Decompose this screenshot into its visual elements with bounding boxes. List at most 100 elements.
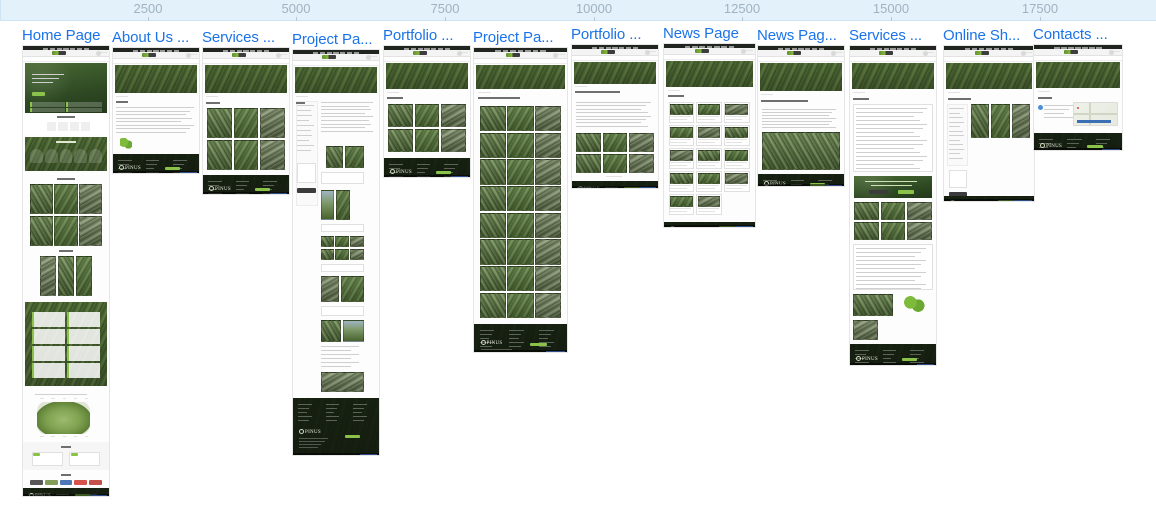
pages-canvas[interactable]: Home Page PINUS About Us ... PINUS Services … bbox=[0, 21, 1156, 528]
search-field bbox=[745, 50, 754, 51]
page-title-link[interactable]: Home Page bbox=[22, 27, 100, 44]
page-thumbnail[interactable]: PINUS bbox=[849, 45, 937, 366]
page-title-link[interactable]: Contacts ... bbox=[1033, 26, 1108, 43]
page-title-link[interactable]: Portfolio ... bbox=[571, 26, 642, 43]
cta-text bbox=[870, 185, 912, 186]
page-thumbnail[interactable]: PINUS bbox=[292, 49, 380, 456]
photo-grid bbox=[971, 104, 1031, 138]
footer-bottom-bar bbox=[850, 363, 936, 365]
page-thumbnail[interactable]: PINUS bbox=[383, 45, 471, 178]
page-thumbnail[interactable]: PINUS bbox=[202, 47, 290, 195]
page-title-link[interactable]: Services ... bbox=[849, 27, 922, 44]
nav-item bbox=[229, 50, 235, 52]
text-line bbox=[856, 160, 923, 161]
ruler-tick: 5000 bbox=[256, 0, 336, 24]
news-card-title bbox=[725, 139, 747, 140]
plan-marker bbox=[51, 436, 55, 437]
nav-item bbox=[1054, 47, 1060, 49]
footer-link bbox=[818, 180, 832, 181]
page-thumbnail[interactable]: PINUS bbox=[663, 43, 756, 228]
text-line bbox=[297, 110, 311, 111]
site-footer: PINUS bbox=[293, 398, 379, 455]
nav-item bbox=[340, 52, 346, 54]
page-title-link[interactable]: Project Pa... bbox=[473, 29, 554, 46]
page-thumbnail[interactable]: PINUS bbox=[571, 44, 659, 189]
site-footer: PINUS bbox=[758, 174, 844, 186]
news-card-title bbox=[725, 142, 743, 143]
text-line bbox=[116, 124, 194, 126]
news-card-title bbox=[698, 188, 715, 189]
page-hero bbox=[1035, 62, 1121, 88]
page-title-link[interactable]: About Us ... bbox=[112, 29, 189, 46]
drawing bbox=[320, 190, 335, 220]
text-line bbox=[320, 109, 372, 111]
news-card-title bbox=[670, 188, 687, 189]
news-card-image bbox=[725, 126, 749, 138]
page-title-link[interactable]: Portfolio ... bbox=[383, 27, 454, 44]
footer-bottom-bar bbox=[758, 184, 844, 186]
plan-marker bbox=[73, 398, 78, 399]
text-line bbox=[116, 128, 191, 129]
page-title-link[interactable]: News Page bbox=[663, 25, 739, 42]
page-title-link[interactable]: Project Pa... bbox=[292, 31, 373, 48]
page-thumbnail[interactable]: PINUS bbox=[757, 45, 845, 187]
site-logo bbox=[505, 53, 521, 57]
nav-item bbox=[897, 48, 903, 50]
nav-item bbox=[312, 52, 318, 54]
page-title-link[interactable]: Services ... bbox=[202, 29, 275, 46]
page-thumbnail[interactable]: PINUS bbox=[112, 47, 200, 174]
footer-link bbox=[208, 181, 222, 182]
main-nav bbox=[23, 57, 109, 62]
text-line bbox=[576, 112, 649, 114]
footer-bottom-bar bbox=[1034, 148, 1122, 150]
footer-link bbox=[263, 185, 275, 186]
pagination bbox=[606, 176, 622, 177]
detail-image bbox=[853, 294, 893, 316]
advantage-cards bbox=[31, 312, 101, 378]
news-card-title bbox=[698, 116, 720, 117]
ruler-tick-label: 12500 bbox=[723, 1, 761, 16]
footer-text bbox=[299, 440, 325, 442]
page-title-link[interactable]: News Pag... bbox=[757, 27, 837, 44]
nav-item bbox=[777, 48, 783, 50]
contact-tag bbox=[33, 453, 41, 456]
footer-link bbox=[235, 185, 247, 186]
page-thumbnail[interactable]: PINUS bbox=[473, 47, 568, 353]
text-line bbox=[856, 112, 923, 113]
news-card-title bbox=[698, 119, 715, 120]
header-icons bbox=[1108, 50, 1114, 55]
nav-item bbox=[890, 48, 896, 50]
page-thumbnail[interactable]: PINUS bbox=[22, 45, 110, 497]
footer-link bbox=[1095, 139, 1110, 140]
text-line bbox=[297, 130, 311, 131]
plan-marker bbox=[73, 436, 78, 437]
plan-marker bbox=[40, 436, 44, 437]
sidebar-promo bbox=[948, 170, 967, 188]
nav-item bbox=[612, 47, 618, 49]
news-card-title bbox=[670, 185, 692, 186]
main-nav bbox=[944, 57, 1034, 62]
text-line bbox=[762, 118, 836, 119]
footer-link bbox=[353, 404, 367, 405]
footer-link bbox=[509, 342, 525, 343]
site-plan-illustration bbox=[36, 402, 91, 434]
drawing bbox=[341, 276, 364, 302]
stats-row bbox=[47, 122, 91, 131]
text-line bbox=[297, 120, 309, 121]
text-line bbox=[116, 107, 194, 108]
site-logo bbox=[694, 49, 710, 53]
footer-link bbox=[118, 160, 132, 161]
cta-text bbox=[865, 181, 918, 182]
page-thumbnail[interactable]: PINUS bbox=[943, 45, 1035, 202]
nav-item bbox=[964, 48, 971, 50]
nav-item bbox=[438, 48, 444, 50]
page-thumbnail[interactable]: PINUS bbox=[1033, 44, 1123, 151]
page-title-link[interactable]: Online Sh... bbox=[943, 27, 1020, 44]
footer-link bbox=[353, 420, 365, 421]
text-line bbox=[856, 256, 916, 257]
text-line bbox=[856, 152, 920, 153]
text-line bbox=[856, 120, 920, 121]
nav-item bbox=[410, 48, 416, 50]
hero-cta bbox=[31, 92, 46, 96]
footer-link bbox=[325, 404, 340, 405]
